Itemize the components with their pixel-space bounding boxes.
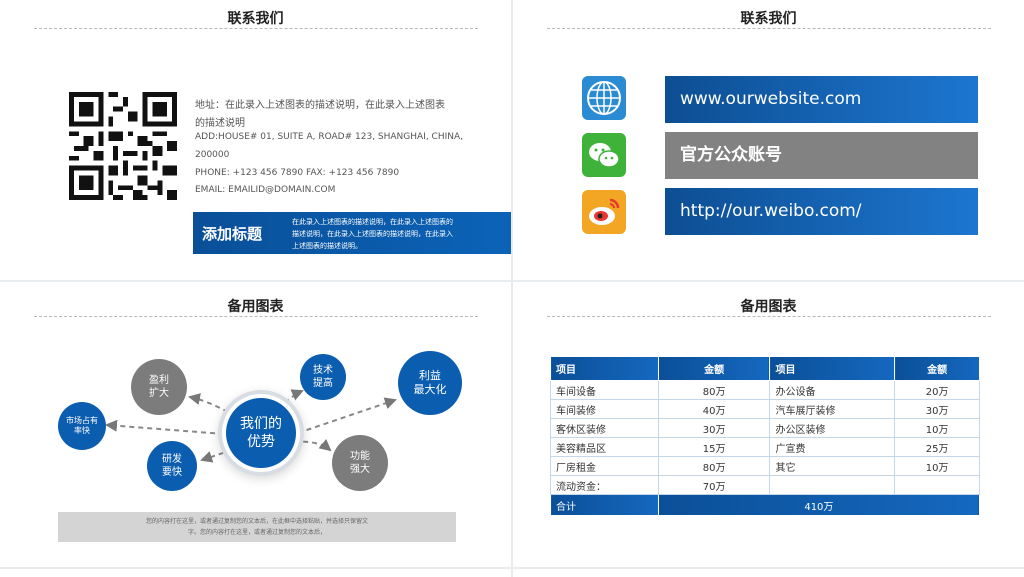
bar-description: 在此录入上述图表的描述说明，在此录入上述图表的描述说明，在此录入上述图表的描述说… [292, 218, 453, 250]
header-amount: 金额 [657, 356, 771, 381]
cell-amount: 25万 [894, 437, 980, 457]
header-item: 项目 [769, 356, 896, 381]
cell-amount: 40万 [657, 399, 771, 419]
slide-budget-table: 备用图表 项目 金额 项目 金额 车间设备 80万 办公设备 20万 车间装修 … [513, 282, 1024, 567]
slide-title: 联系我们 [740, 11, 797, 27]
title-bar: 添加标题 在此录入上述图表的描述说明，在此录入上述图表的描述说明，在此录入上述图… [193, 212, 511, 254]
cell-item: 车间装修 [550, 399, 659, 419]
cell-item: 广宣费 [769, 437, 896, 457]
cell-item: 办公设备 [769, 380, 896, 400]
node-function-strong: 功能 强大 [332, 435, 388, 491]
cell-amount: 15万 [657, 437, 771, 457]
header-item: 项目 [550, 356, 659, 381]
title-divider [547, 316, 991, 317]
note-line-1: 您的内容打在这里，或者通过复制您的文本后，在此框中选择粘贴，并选择只保留文 [145, 518, 368, 525]
title-divider [34, 28, 478, 29]
cell-item: 流动资金： [550, 475, 659, 495]
total-label: 合计 [550, 494, 659, 516]
slide-title: 联系我们 [227, 11, 284, 27]
website-bar[interactable]: www.ourwebsite.com [665, 76, 978, 123]
budget-table: 项目 金额 项目 金额 车间设备 80万 办公设备 20万 车间装修 40万 汽… [550, 356, 981, 516]
cell-item: 客休区装修 [550, 418, 659, 438]
cell-item: 汽车展厅装修 [769, 399, 896, 419]
cell-amount: 10万 [894, 456, 980, 476]
cell-item [769, 475, 896, 495]
cell-amount: 30万 [894, 399, 980, 419]
slide-contact-left: 联系我们 地址：在此录入上述图表的描述说明，在此录入上述图表 的描述说明 ADD… [0, 0, 511, 280]
cell-amount [894, 475, 980, 495]
wechat-account-bar: 官方公众账号 [665, 132, 978, 179]
cell-amount: 10万 [894, 418, 980, 438]
title-divider [547, 28, 991, 29]
cell-amount: 30万 [657, 418, 771, 438]
node-tech-improve: 技术 提高 [300, 354, 346, 400]
node-profit-expand: 盈利 扩大 [131, 359, 187, 415]
table-row: 流动资金： 70万 [550, 475, 980, 495]
address-cn-line2: 的描述说明 [195, 118, 245, 129]
cell-item: 美容精品区 [550, 437, 659, 457]
cell-amount: 80万 [657, 380, 771, 400]
note-line-2: 字。您的内容打在这里，或者通过复制您的文本后， [187, 529, 326, 536]
table-row: 客休区装修 30万 办公区装修 10万 [550, 418, 980, 438]
arrow-to-maxprofit [297, 397, 397, 434]
weibo-bar[interactable]: http://our.weibo.com/ [665, 188, 978, 235]
node-rnd-fast: 研发 要快 [147, 441, 197, 491]
cell-item: 车间设备 [550, 380, 659, 400]
table-total-row: 合计 410万 [550, 494, 981, 516]
slide-advantage-diagram: 备用图表 盈利 扩大 技术 提高 利益 最大化 市场占有 率快 我们的 优势 研… [0, 282, 511, 567]
cell-item: 厂房租金 [550, 456, 659, 476]
slide-partial-bottom-left [0, 569, 511, 577]
node-center-advantage: 我们的 优势 [226, 398, 296, 468]
address-en-line1: ADD:HOUSE# 01, SUITE A, ROAD# 123, SHANG… [195, 132, 464, 142]
total-value: 410万 [657, 494, 981, 516]
arrow-to-profit [188, 393, 229, 413]
arrow-to-market [105, 419, 225, 435]
cell-amount: 20万 [894, 380, 980, 400]
node-max-profit: 利益 最大化 [398, 351, 462, 415]
table-row: 车间设备 80万 办公设备 20万 [550, 380, 980, 400]
table-header-row: 项目 金额 项目 金额 [550, 356, 980, 381]
wechat-icon [582, 133, 626, 177]
address-en-line2: 200000 [195, 150, 230, 160]
cell-amount: 80万 [657, 456, 771, 476]
slide-title: 备用图表 [740, 299, 797, 315]
node-market-share: 市场占有 率快 [58, 402, 106, 450]
table-row: 车间装修 40万 汽车展厅装修 30万 [550, 399, 980, 419]
address-cn-line1: 地址：在此录入上述图表的描述说明，在此录入上述图表 [195, 100, 445, 111]
cell-item: 其它 [769, 456, 896, 476]
arrow-to-tech [284, 389, 304, 404]
bar-title: 添加标题 [202, 225, 263, 243]
note-box: 您的内容打在这里，或者通过复制您的文本后，在此框中选择粘贴，并选择只保留文 字。… [58, 512, 456, 542]
slide-contact-right: 联系我们 www.ourwebsite.com 官方公众账号 http://ou… [513, 0, 1024, 280]
cell-item: 办公区装修 [769, 418, 896, 438]
table-row: 厂房租金 80万 其它 10万 [550, 456, 980, 476]
globe-icon [582, 76, 626, 120]
email: EMAIL: EMAILID@DOMAIN.COM [195, 185, 336, 195]
arrow-to-func [293, 438, 332, 452]
arrow-to-rnd [200, 449, 233, 463]
cell-amount: 70万 [657, 475, 771, 495]
slide-partial-bottom-right [513, 569, 1024, 577]
weibo-icon [582, 190, 626, 234]
qr-code-icon [69, 92, 177, 200]
phone-fax: PHONE: +123 456 7890 FAX: +123 456 7890 [195, 168, 400, 178]
header-amount: 金额 [894, 356, 980, 381]
table-row: 美容精品区 15万 广宣费 25万 [550, 437, 980, 457]
